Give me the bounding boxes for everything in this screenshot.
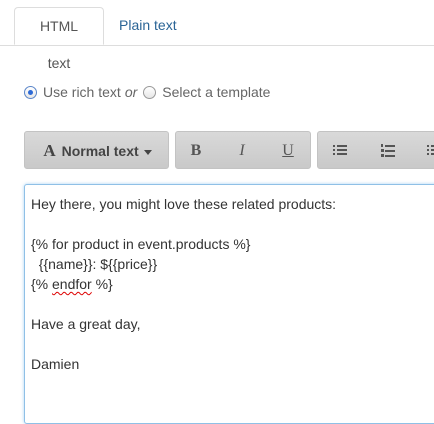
text-style-group: A Normal text — [24, 131, 169, 169]
bullet-list-icon — [333, 145, 347, 155]
editor-line: {{name}}: ${{price}} — [31, 256, 158, 272]
template-tag-close: %} — [91, 276, 113, 292]
formatting-toolbar: A Normal text B I U — [24, 131, 434, 171]
numbered-list-icon — [381, 144, 395, 157]
tab-html-text[interactable]: HTML text — [14, 7, 104, 71]
bold-button[interactable]: B — [176, 132, 216, 170]
editor-line: Hey there, you might love these related … — [31, 196, 337, 212]
editor-line: {% endfor %} — [31, 274, 434, 294]
italic-button[interactable]: I — [222, 132, 262, 170]
editor-line: Damien — [31, 356, 80, 372]
text-style-icon: A — [43, 141, 56, 160]
editor-tabs: HTML text Plain text — [0, 0, 434, 71]
bullet-list-button[interactable] — [320, 132, 360, 170]
numbered-list-button[interactable] — [368, 132, 408, 170]
or-text: or — [124, 84, 138, 100]
chevron-down-icon — [143, 149, 152, 155]
editor-line: Have a great day, — [31, 316, 141, 332]
tab-plain-text[interactable]: Plain text — [107, 7, 189, 44]
content-source-options: Use rich text or Select a template — [24, 82, 270, 102]
template-radio[interactable] — [143, 85, 157, 99]
misspelled-word: endfor — [52, 276, 92, 292]
rich-text-editor[interactable]: Hey there, you might love these related … — [24, 184, 434, 424]
template-label[interactable]: Select a template — [162, 84, 270, 100]
more-format-button[interactable] — [414, 132, 434, 170]
more-icon — [427, 145, 434, 155]
text-style-label: Normal text — [61, 143, 139, 159]
list-format-group — [317, 131, 434, 169]
rich-text-radio[interactable] — [24, 85, 37, 99]
font-format-group: B I U — [175, 131, 311, 169]
underline-button[interactable]: U — [268, 132, 308, 170]
editor-line: {% for product in event.products %} — [31, 236, 251, 252]
template-tag-open: {% — [31, 276, 53, 292]
rich-text-label[interactable]: Use rich text — [43, 84, 121, 100]
text-style-dropdown[interactable]: A Normal text — [25, 132, 170, 170]
